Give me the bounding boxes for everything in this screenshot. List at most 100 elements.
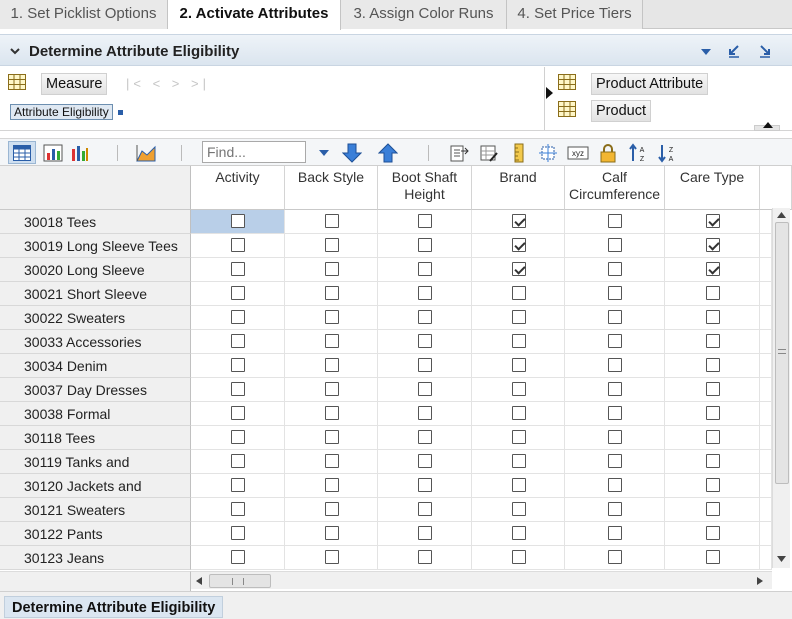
- grid-cell[interactable]: [565, 474, 665, 498]
- eligibility-checkbox[interactable]: [418, 526, 432, 540]
- eligibility-checkbox[interactable]: [418, 238, 432, 252]
- grid-cell[interactable]: [472, 258, 565, 282]
- grid-cell[interactable]: [191, 258, 285, 282]
- eligibility-checkbox[interactable]: [324, 454, 339, 468]
- column-header[interactable]: Boot Shaft Height: [378, 166, 472, 210]
- grid-cell[interactable]: [565, 450, 665, 474]
- grid-cell[interactable]: [378, 402, 472, 426]
- grid-cell[interactable]: [285, 498, 378, 522]
- grid-cell[interactable]: [472, 450, 565, 474]
- grid-cell[interactable]: [285, 282, 378, 306]
- grid-cell[interactable]: [665, 450, 760, 474]
- grid-cell[interactable]: [285, 234, 378, 258]
- column-header[interactable]: Care Type: [665, 166, 760, 210]
- eligibility-checkbox[interactable]: [324, 502, 339, 516]
- eligibility-checkbox[interactable]: [705, 478, 720, 492]
- eligibility-checkbox[interactable]: [705, 310, 720, 324]
- lock-icon[interactable]: [598, 143, 618, 163]
- grid-cell[interactable]: [665, 330, 760, 354]
- eligibility-checkbox[interactable]: [705, 550, 720, 564]
- grid-cell[interactable]: [191, 474, 285, 498]
- eligibility-checkbox[interactable]: [418, 406, 432, 420]
- grid-cell[interactable]: [285, 522, 378, 546]
- eligibility-checkbox[interactable]: [324, 238, 339, 252]
- eligibility-checkbox[interactable]: [511, 526, 526, 540]
- grid-cell[interactable]: [565, 330, 665, 354]
- eligibility-checkbox[interactable]: [418, 454, 432, 468]
- vertical-scroll-thumb[interactable]: [775, 222, 789, 484]
- row-header[interactable]: 30033 Accessories: [0, 330, 191, 354]
- eligibility-checkbox[interactable]: [511, 454, 526, 468]
- eligibility-checkbox[interactable]: [705, 430, 720, 444]
- grid-cell[interactable]: [191, 354, 285, 378]
- grid-cell[interactable]: [191, 426, 285, 450]
- grid-cell[interactable]: [565, 498, 665, 522]
- grid-cell[interactable]: [472, 282, 565, 306]
- product-pill[interactable]: Product: [591, 100, 651, 122]
- eligibility-checkbox[interactable]: [705, 262, 720, 276]
- eligibility-checkbox[interactable]: [231, 430, 245, 444]
- eligibility-checkbox[interactable]: [231, 502, 245, 516]
- grid-cell[interactable]: [665, 210, 760, 234]
- find-input[interactable]: [202, 141, 306, 163]
- eligibility-checkbox[interactable]: [705, 286, 720, 300]
- eligibility-checkbox[interactable]: [418, 358, 432, 372]
- grid-view-button[interactable]: [8, 141, 36, 164]
- eligibility-checkbox[interactable]: [705, 526, 720, 540]
- eligibility-checkbox[interactable]: [231, 454, 245, 468]
- grid-cell[interactable]: [191, 210, 285, 234]
- grid-cell[interactable]: [378, 330, 472, 354]
- eligibility-checkbox[interactable]: [705, 382, 720, 396]
- row-header[interactable]: 30034 Denim: [0, 354, 191, 378]
- eligibility-checkbox[interactable]: [705, 502, 720, 516]
- eligibility-checkbox[interactable]: [608, 310, 622, 324]
- eligibility-checkbox[interactable]: [511, 310, 526, 324]
- row-header[interactable]: 30022 Sweaters: [0, 306, 191, 330]
- grid-cell[interactable]: [191, 450, 285, 474]
- grid-cell[interactable]: [565, 378, 665, 402]
- eligibility-checkbox[interactable]: [705, 406, 720, 420]
- grid-cell[interactable]: [378, 210, 472, 234]
- grid-cell[interactable]: [285, 210, 378, 234]
- edit-icon[interactable]: [479, 143, 499, 163]
- grid-cell[interactable]: [191, 522, 285, 546]
- measure-selected-item[interactable]: Attribute Eligibility: [10, 104, 113, 120]
- grid-cell[interactable]: [472, 402, 565, 426]
- grid-cell[interactable]: [472, 234, 565, 258]
- collapse-pivot-handle[interactable]: [754, 122, 780, 131]
- grid-cell[interactable]: [378, 234, 472, 258]
- eligibility-checkbox[interactable]: [418, 286, 432, 300]
- column-header[interactable]: Calf Circumference: [565, 166, 665, 210]
- tab-set-price-tiers[interactable]: 4. Set Price Tiers: [507, 0, 643, 29]
- column-header[interactable]: Back Style: [285, 166, 378, 210]
- eligibility-checkbox[interactable]: [231, 214, 245, 228]
- horizontal-scrollbar[interactable]: [191, 571, 772, 589]
- eligibility-checkbox[interactable]: [608, 550, 622, 564]
- eligibility-checkbox[interactable]: [231, 238, 245, 252]
- eligibility-checkbox[interactable]: [231, 334, 245, 348]
- fill-icon[interactable]: [538, 143, 558, 163]
- grid-cell[interactable]: [665, 234, 760, 258]
- grid-cell[interactable]: [472, 474, 565, 498]
- grid-cell[interactable]: [285, 306, 378, 330]
- grid-cell[interactable]: [378, 306, 472, 330]
- eligibility-checkbox[interactable]: [418, 478, 432, 492]
- eligibility-checkbox[interactable]: [511, 478, 526, 492]
- vertical-scrollbar[interactable]: [772, 208, 790, 568]
- eligibility-checkbox[interactable]: [231, 358, 245, 372]
- grid-cell[interactable]: [378, 474, 472, 498]
- eligibility-checkbox[interactable]: [324, 478, 339, 492]
- row-header[interactable]: 30121 Sweaters: [0, 498, 191, 522]
- row-header[interactable]: 30037 Day Dresses: [0, 378, 191, 402]
- eligibility-checkbox[interactable]: [511, 382, 526, 396]
- eligibility-checkbox[interactable]: [608, 478, 622, 492]
- eligibility-checkbox[interactable]: [705, 454, 720, 468]
- grid-cell[interactable]: [565, 258, 665, 282]
- sort-ascending-icon[interactable]: AZ: [628, 143, 648, 163]
- eligibility-checkbox[interactable]: [418, 214, 432, 228]
- grid-cell[interactable]: [665, 498, 760, 522]
- eligibility-checkbox[interactable]: [231, 478, 245, 492]
- find-dropdown-icon[interactable]: [318, 149, 330, 157]
- eligibility-checkbox[interactable]: [324, 406, 339, 420]
- eligibility-checkbox[interactable]: [231, 526, 245, 540]
